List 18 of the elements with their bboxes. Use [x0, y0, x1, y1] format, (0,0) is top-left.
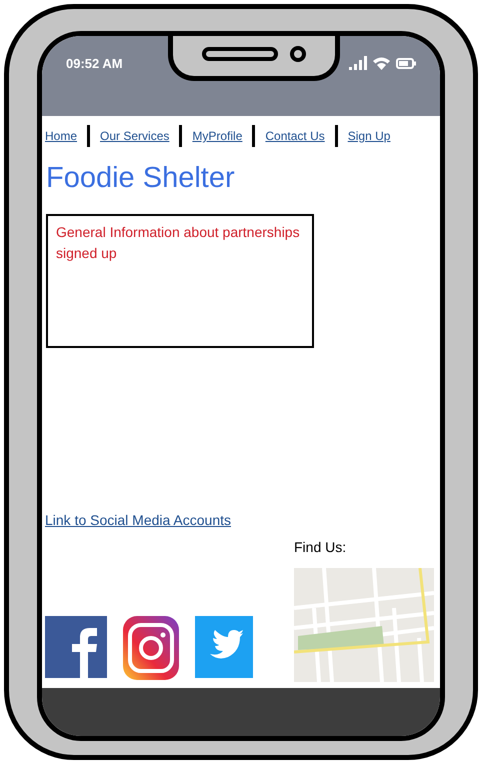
f-logo-icon[interactable] — [45, 616, 107, 678]
signal-icon — [349, 56, 367, 70]
social-media-link[interactable]: Link to Social Media Accounts — [45, 510, 231, 531]
camera-logo-icon[interactable] — [123, 616, 179, 680]
info-text: General Information about partnerships signed up — [56, 223, 301, 263]
nav-link[interactable]: Our Services — [100, 127, 170, 145]
nav-link[interactable]: MyProfile — [192, 127, 242, 145]
nav-link[interactable]: Contact Us — [265, 127, 325, 145]
wifi-icon — [373, 56, 390, 70]
status-time: 09:52 AM — [66, 55, 123, 73]
nav-link[interactable]: Home — [45, 127, 78, 145]
page-title: Foodie Shelter — [46, 161, 236, 196]
camera-icon — [290, 46, 306, 62]
find-us-label: Find Us: — [294, 538, 348, 557]
bird-logo-icon[interactable] — [195, 616, 253, 678]
speaker-icon — [202, 46, 278, 60]
nav-link[interactable]: Sign Up — [348, 127, 390, 145]
battery-icon — [396, 58, 416, 68]
